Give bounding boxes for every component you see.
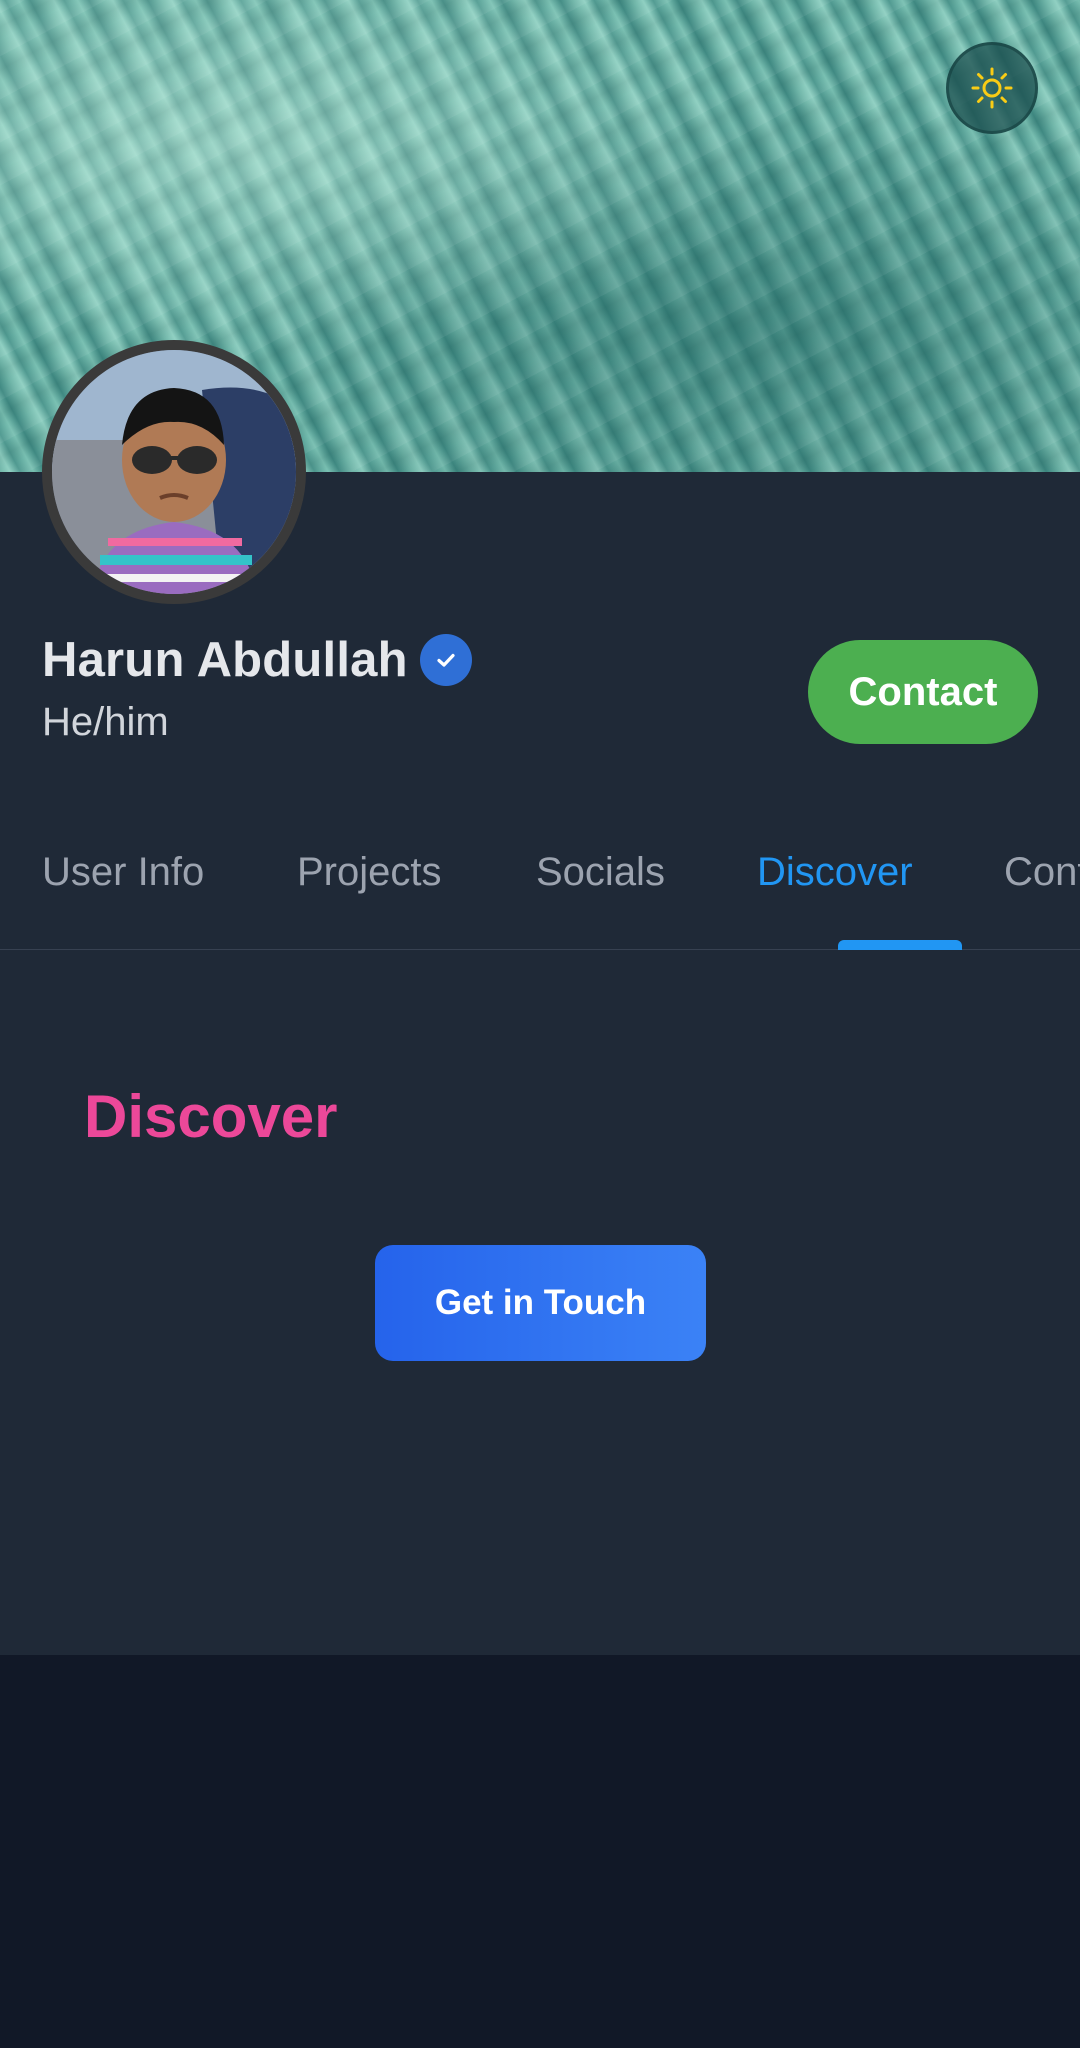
section-title: Discover [84,1083,338,1150]
tab-discover[interactable]: Discover [757,850,913,895]
avatar [42,340,306,604]
active-tab-indicator [838,940,962,950]
tab-bar: User Info Projects Socials Discover Cont… [0,810,1080,950]
tab-user-info[interactable]: User Info [42,850,204,895]
profile-name-row: Harun Abdullah [42,628,472,692]
sun-icon [971,67,1013,109]
theme-toggle-button[interactable] [946,42,1038,134]
profile-name: Harun Abdullah [42,633,408,687]
profile-page: Harun Abdullah He/him Contact User Info … [0,0,1080,2048]
verified-check-icon [419,634,472,686]
tab-socials[interactable]: Socials [536,850,665,895]
tab-contact[interactable]: Contact [1004,850,1080,895]
contact-button[interactable]: Contact [808,640,1038,744]
avatar-photo [52,350,296,594]
tab-projects[interactable]: Projects [297,850,442,895]
profile-card: Harun Abdullah He/him Contact User Info … [0,0,1080,1655]
pronouns: He/him [42,700,169,744]
get-in-touch-button[interactable]: Get in Touch [375,1245,706,1361]
